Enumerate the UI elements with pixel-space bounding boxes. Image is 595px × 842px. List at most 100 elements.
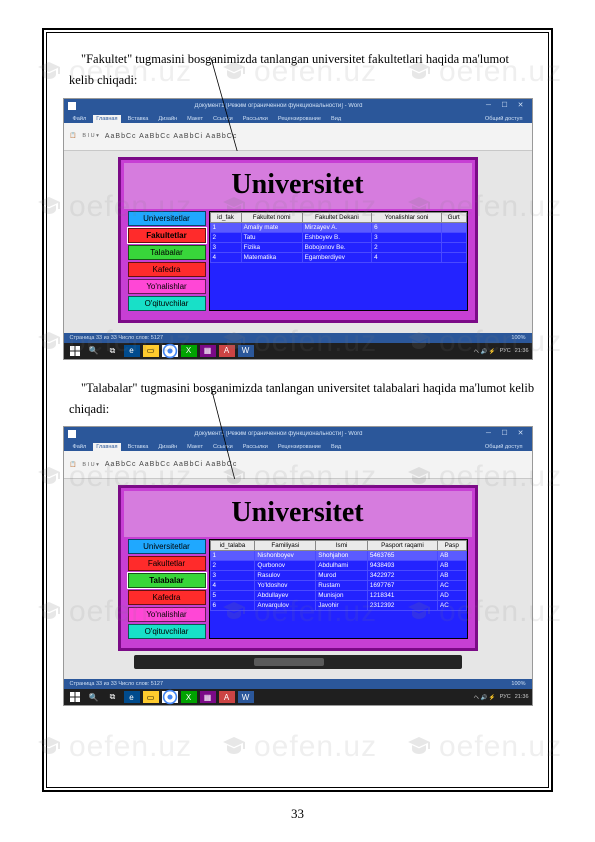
grid-fakultet[interactable]: id_fakFakultet nomiFakultet DekaniYonali…	[210, 212, 467, 263]
tab-insert[interactable]: Вставка	[125, 443, 152, 451]
table-cell: 3	[372, 232, 442, 242]
nav-btn-universitetlar[interactable]: Universitetlar	[128, 211, 206, 226]
tab-file[interactable]: Файл	[70, 115, 90, 123]
app-icon[interactable]: ▦	[200, 345, 216, 357]
table-row[interactable]: 4MatematikaEgamberdiyev4	[210, 252, 466, 262]
column-header[interactable]: id_fak	[210, 212, 241, 222]
share-button[interactable]: Общий доступ	[482, 115, 526, 123]
zoom-level[interactable]: 100%	[511, 681, 525, 687]
nav-btn-talabalar[interactable]: Talabalar	[128, 573, 206, 588]
tab-layout[interactable]: Макет	[184, 115, 206, 123]
tab-design[interactable]: Дизайн	[155, 443, 180, 451]
word-taskbar-icon[interactable]: W	[238, 691, 254, 703]
explorer-icon[interactable]: ▭	[143, 691, 159, 703]
share-button[interactable]: Общий доступ	[482, 443, 526, 451]
table-row[interactable]: 3FizikaBobojonov Be.2	[210, 242, 466, 252]
minimize-button[interactable]: ─	[482, 101, 496, 111]
tray-icons[interactable]: ヘ 🔊 ⚡	[473, 693, 495, 701]
app-icon[interactable]: ▦	[200, 691, 216, 703]
table-row[interactable]: 2QurbonovAbdulhami9438493AB	[210, 561, 466, 571]
tab-view[interactable]: Вид	[328, 115, 344, 123]
horizontal-scrollbar[interactable]	[134, 655, 462, 669]
column-header[interactable]: Pasp	[438, 541, 466, 551]
table-row[interactable]: 6AnvarqulovJavohir2312392AC	[210, 601, 466, 611]
explorer-icon[interactable]: ▭	[143, 345, 159, 357]
tab-review[interactable]: Рецензирование	[275, 443, 324, 451]
table-cell: 4	[372, 252, 442, 262]
excel-icon[interactable]: X	[181, 345, 197, 357]
chrome-icon[interactable]	[162, 691, 178, 703]
nav-btn-yo'nalishlar[interactable]: Yo'nalishlar	[128, 607, 206, 622]
edge-icon[interactable]: e	[124, 691, 140, 703]
nav-btn-fakultetlar[interactable]: Fakultetlar	[128, 556, 206, 571]
maximize-button[interactable]: ☐	[498, 429, 512, 439]
column-header[interactable]: Familiyasi	[255, 541, 316, 551]
start-button[interactable]	[67, 345, 83, 357]
chrome-icon[interactable]	[162, 345, 178, 357]
nav-btn-universitetlar[interactable]: Universitetlar	[128, 539, 206, 554]
tab-review[interactable]: Рецензирование	[275, 115, 324, 123]
task-view-icon[interactable]: ⧉	[105, 691, 121, 703]
nav-btn-o'qituvchilar[interactable]: O'qituvchilar	[128, 624, 206, 639]
zoom-level[interactable]: 100%	[511, 335, 525, 341]
font-controls[interactable]: B I U ▾	[82, 462, 99, 468]
paste-icon[interactable]: 📋	[70, 133, 77, 139]
tab-file[interactable]: Файл	[70, 443, 90, 451]
column-header[interactable]: Ismi	[316, 541, 368, 551]
table-row[interactable]: 1NishonboyevShohjahon5463765AB	[210, 551, 466, 561]
table-row[interactable]: 4Yo'ldoshovRustam1697767AC	[210, 581, 466, 591]
tab-insert[interactable]: Вставка	[125, 115, 152, 123]
search-icon[interactable]: 🔍	[86, 345, 102, 357]
tab-view[interactable]: Вид	[328, 443, 344, 451]
column-header[interactable]: id_talaba	[210, 541, 255, 551]
table-cell: 2	[210, 232, 241, 242]
start-button[interactable]	[67, 691, 83, 703]
app-title-wrap: Universitet	[124, 163, 472, 209]
tab-layout[interactable]: Макет	[184, 443, 206, 451]
task-view-icon[interactable]: ⧉	[105, 345, 121, 357]
excel-icon[interactable]: X	[181, 691, 197, 703]
styles-gallery[interactable]: AaBbCc AaBbCc AaBbCi AaBbCc	[105, 133, 237, 140]
nav-btn-fakultetlar[interactable]: Fakultetlar	[128, 228, 206, 243]
tab-home[interactable]: Главная	[93, 443, 120, 451]
column-header[interactable]: Yonalishlar soni	[372, 212, 442, 222]
table-row[interactable]: 2TatuEshboyev B.3	[210, 232, 466, 242]
edge-icon[interactable]: e	[124, 345, 140, 357]
tab-home[interactable]: Главная	[93, 115, 120, 123]
minimize-button[interactable]: ─	[482, 429, 496, 439]
tray-icons[interactable]: ヘ 🔊 ⚡	[473, 347, 495, 355]
nav-btn-kafedra[interactable]: Kafedra	[128, 590, 206, 605]
task-lang[interactable]: РУС	[500, 694, 511, 700]
column-header[interactable]: Fakultet Dekani	[302, 212, 372, 222]
access-icon[interactable]: A	[219, 345, 235, 357]
close-button[interactable]: ✕	[514, 429, 528, 439]
styles-gallery[interactable]: AaBbCc AaBbCc AaBbCi AaBbCc	[105, 461, 237, 468]
table-cell: AB	[438, 571, 466, 581]
tab-design[interactable]: Дизайн	[155, 115, 180, 123]
search-icon[interactable]: 🔍	[86, 691, 102, 703]
access-icon[interactable]: A	[219, 691, 235, 703]
nav-btn-talabalar[interactable]: Talabalar	[128, 245, 206, 260]
table-row[interactable]: 1Amaliy mateMirzayev A.6	[210, 222, 466, 232]
tab-mailings[interactable]: Рассылки	[240, 443, 271, 451]
table-cell: 5463765	[367, 551, 437, 561]
tab-mailings[interactable]: Рассылки	[240, 115, 271, 123]
scroll-thumb[interactable]	[254, 658, 324, 666]
table-row[interactable]: 3RasulovMurod3422972AB	[210, 571, 466, 581]
grid-talabalar[interactable]: id_talabaFamiliyasiIsmiPasport raqamiPas…	[210, 540, 467, 611]
task-lang[interactable]: РУС	[500, 348, 511, 354]
nav-btn-yo'nalishlar[interactable]: Yo'nalishlar	[128, 279, 206, 294]
column-header[interactable]: Pasport raqami	[367, 541, 437, 551]
tab-references[interactable]: Ссылки	[210, 115, 236, 123]
tab-references[interactable]: Ссылки	[210, 443, 236, 451]
nav-btn-o'qituvchilar[interactable]: O'qituvchilar	[128, 296, 206, 311]
word-taskbar-icon[interactable]: W	[238, 345, 254, 357]
paste-icon[interactable]: 📋	[70, 462, 77, 468]
column-header[interactable]: Fakultet nomi	[241, 212, 302, 222]
close-button[interactable]: ✕	[514, 101, 528, 111]
maximize-button[interactable]: ☐	[498, 101, 512, 111]
nav-btn-kafedra[interactable]: Kafedra	[128, 262, 206, 277]
column-header[interactable]: Gurt	[441, 212, 466, 222]
font-controls[interactable]: B I U ▾	[82, 133, 99, 139]
table-row[interactable]: 5AbdullayevMunisjon1218341AD	[210, 591, 466, 601]
